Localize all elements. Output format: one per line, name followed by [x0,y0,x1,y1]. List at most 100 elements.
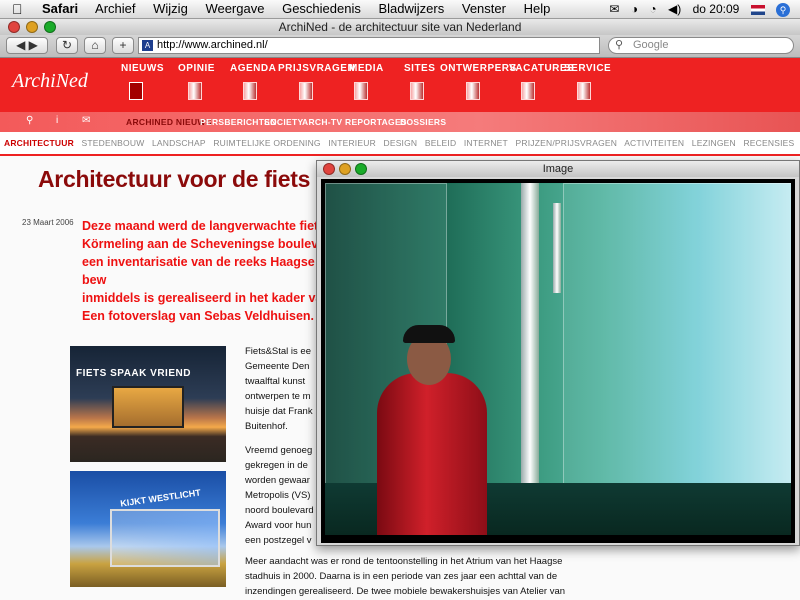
image-window[interactable]: Image [316,160,800,546]
nav-service[interactable]: SERVICE [564,63,611,74]
language-flag-icon[interactable] [750,4,765,15]
paragraph-line: huisje dat Frank [245,406,313,417]
paragraph-line: Award voor hun [245,520,312,531]
paragraph-line: stadhuis in 2000. Daarna is in een perio… [245,571,558,582]
article-photo-2[interactable]: KIJKT WESTLICHT [70,471,226,587]
menu-wijzig[interactable]: Wijzig [153,1,188,16]
add-bookmark-button[interactable]: + [112,37,134,54]
volume-icon[interactable]: ◀) [668,2,681,16]
menu-bar:  Safari Archief Wijzig Weergave Geschie… [0,0,800,19]
article-title: Architectuur voor de fiets [38,166,311,192]
site-logo[interactable]: ArchiNed [12,70,88,93]
cat-interieur[interactable]: INTERIEUR [328,138,376,148]
spotlight-icon[interactable]: ⚲ [776,2,790,17]
nav-nieuws[interactable]: NIEUWS [121,63,164,74]
mail-status-icon[interactable]: ✉ [609,2,619,16]
image-frame [321,179,795,543]
paragraph-line: een postzegel v [245,535,312,546]
cat-ruimtelijke-ordening[interactable]: RUIMTELIJKE ORDENING [213,138,320,148]
paragraph-line: Buitenhof. [245,421,288,432]
cat-internet[interactable]: INTERNET [464,138,508,148]
nav-media-icon[interactable] [354,82,368,100]
cat-activiteiten[interactable]: ACTIVITEITEN [624,138,684,148]
photo-2-booth [110,509,220,567]
nav-agenda[interactable]: AGENDA [230,63,276,74]
menu-venster[interactable]: Venster [462,1,506,16]
back-forward-buttons[interactable]: ◀ ▶ [6,37,48,54]
cat-design[interactable]: DESIGN [383,138,417,148]
image-window-title: Image [542,163,574,175]
nav-ontwerpers-icon[interactable] [466,82,480,100]
cat-landschap[interactable]: LANDSCHAP [152,138,206,148]
browser-toolbar: ◀ ▶ ↻ ⌂ + A http://www.archined.nl/ ⚲ Go… [0,35,800,58]
image-close-button[interactable] [323,163,335,175]
minimize-button[interactable] [26,21,38,33]
cat-prijzen-prijsvragen[interactable]: PRIJZEN/PRIJSVRAGEN [516,138,618,148]
nav-opinie-icon[interactable] [188,82,202,100]
menu-geschiedenis[interactable]: Geschiedenis [282,1,361,16]
cat-beleid[interactable]: BELEID [425,138,456,148]
paragraph-line: worden gewaar [245,475,310,486]
browser-title-bar: ArchiNed - de architectuur site van Nede… [0,19,800,35]
nav-sites[interactable]: SITES [404,63,435,74]
zoom-button[interactable] [44,21,56,33]
mail-icon[interactable]: ✉ [82,115,90,126]
subnav-society[interactable]: SOCIETY [264,117,303,127]
search-field[interactable]: ⚲ Google [608,37,794,54]
paragraph-line: Vreemd genoeg [245,445,313,456]
address-bar[interactable]: A http://www.archined.nl/ [138,37,600,54]
paragraph-line: Fiets&Stal is ee [245,346,311,357]
forward-icon[interactable]: ▶ [29,38,38,52]
nav-prijsvragen-icon[interactable] [299,82,313,100]
article-date: 23 Maart 2006 [22,218,74,227]
nav-agenda-icon[interactable] [243,82,257,100]
nav-prijsvragen[interactable]: PRIJSVRAGEN [278,63,355,74]
photo-1-booth [112,386,184,428]
menu-app[interactable]: Safari [42,1,78,16]
menu-weergave[interactable]: Weergave [205,1,264,16]
nav-ontwerpers[interactable]: ONTWERPERS [440,63,517,74]
wifi-icon[interactable]: ◔ [649,2,656,16]
photo-person-cap [403,325,455,343]
cat-stedenbouw[interactable]: STEDENBOUW [82,138,145,148]
subnav-dossiers[interactable]: DOSSIERS [400,117,446,127]
site-subnav: ⚲ i ✉ ARCHINED NIEUWS PERSBERICHTEN SOCI… [0,112,800,132]
home-button[interactable]: ⌂ [84,37,106,54]
nav-opinie[interactable]: OPINIE [178,63,215,74]
article-photo-1[interactable]: FIETS SPAAK VRIEND [70,346,226,462]
sync-icon[interactable]: ◑ [631,2,638,16]
image-minimize-button[interactable] [339,163,351,175]
subnav-archined-nieuws[interactable]: ARCHINED NIEUWS [126,117,212,127]
article-paragraph-3: Meer aandacht was er rond de tentoonstel… [245,554,605,599]
info-icon[interactable]: i [56,115,58,126]
subnav-arch-tv[interactable]: ARCH-TV [302,117,342,127]
address-text[interactable]: http://www.archined.nl/ [157,39,268,51]
back-icon[interactable]: ◀ [16,38,25,52]
image-zoom-button[interactable] [355,163,367,175]
cat-lezingen[interactable]: LEZINGEN [692,138,736,148]
window-title: ArchiNed - de architectuur site van Nede… [278,20,522,34]
nav-vacatures-icon[interactable] [521,82,535,100]
photo-person-coat [377,373,487,535]
search-icon[interactable]: ⚲ [26,115,33,126]
nav-nieuws-icon[interactable] [129,82,143,100]
paragraph-line: inzendingen gerealiseerd. De twee mobiel… [245,586,566,597]
cat-architectuur[interactable]: ARCHITECTUUR [4,138,74,148]
reload-icon: ↻ [61,38,73,52]
apple-icon[interactable]:  [12,0,23,18]
nav-media[interactable]: MEDIA [349,63,384,74]
nav-service-icon[interactable] [577,82,591,100]
image-window-title-bar[interactable]: Image [317,161,799,177]
paragraph-line: Meer aandacht was er rond de tentoonstel… [245,556,563,567]
search-placeholder[interactable]: Google [633,39,668,51]
menu-bladwijzers[interactable]: Bladwijzers [378,1,444,16]
clock[interactable]: do 20:09 [693,2,740,16]
menu-archief[interactable]: Archief [95,1,135,16]
menu-help[interactable]: Help [524,1,551,16]
paragraph-line: noord boulevard [245,505,314,516]
cat-recensies[interactable]: RECENSIES [743,138,794,148]
nav-sites-icon[interactable] [410,82,424,100]
close-button[interactable] [8,21,20,33]
reload-button[interactable]: ↻ [56,37,78,54]
subnav-reportages[interactable]: REPORTAGES [345,117,407,127]
